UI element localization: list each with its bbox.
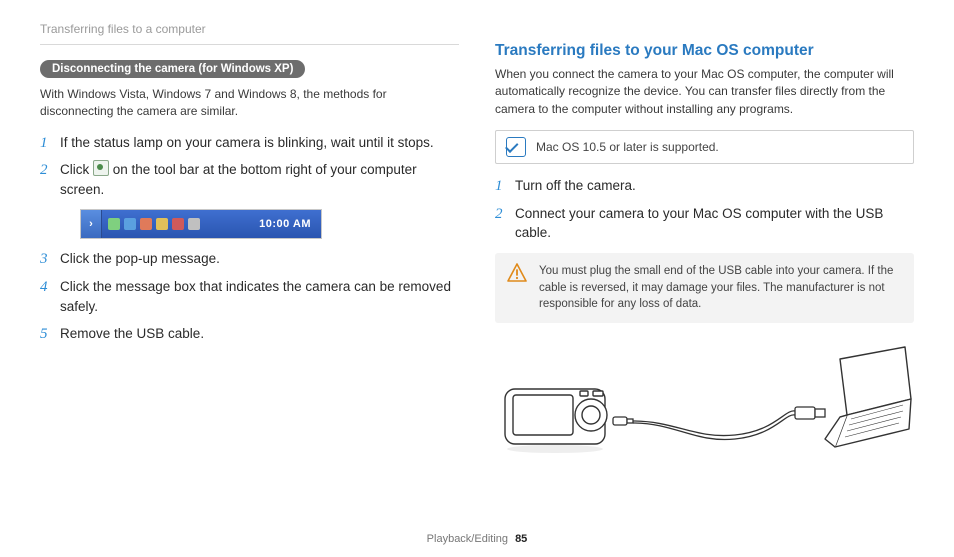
tray-icon	[140, 218, 152, 230]
step-1: Turn off the camera.	[495, 176, 914, 196]
warning-note: You must plug the small end of the USB c…	[495, 253, 914, 323]
warning-icon	[507, 263, 527, 313]
step-5: Remove the USB cable.	[40, 324, 459, 344]
taskbar-expand-icon: ›	[81, 210, 102, 238]
connection-diagram	[495, 339, 914, 464]
section-heading: Transferring files to your Mac OS comput…	[495, 42, 914, 60]
step-4: Click the message box that indicates the…	[40, 277, 459, 316]
page-footer: Playback/Editing 85	[0, 533, 954, 545]
taskbar-screenshot: › 10:00 AM	[80, 209, 322, 239]
right-column: Transferring files to your Mac OS comput…	[495, 22, 914, 464]
step-2: Click on the tool bar at the bottom righ…	[40, 160, 459, 239]
intro-text-right: When you connect the camera to your Mac …	[495, 66, 914, 118]
intro-text: With Windows Vista, Windows 7 and Window…	[40, 86, 459, 121]
camera-icon	[505, 389, 607, 453]
warning-text: You must plug the small end of the USB c…	[539, 263, 902, 313]
info-note: Mac OS 10.5 or later is supported.	[495, 130, 914, 164]
tray-icon	[172, 218, 184, 230]
step-1: If the status lamp on your camera is bli…	[40, 133, 459, 153]
steps-list-right: Turn off the camera. Connect your camera…	[495, 176, 914, 243]
step-2: Connect your camera to your Mac OS compu…	[495, 204, 914, 243]
footer-section: Playback/Editing	[427, 533, 508, 545]
note-text: Mac OS 10.5 or later is supported.	[536, 140, 719, 154]
tray-icon	[188, 218, 200, 230]
section-pill: Disconnecting the camera (for Windows XP…	[40, 60, 305, 78]
divider	[40, 44, 459, 45]
taskbar-tray-icons	[102, 218, 206, 230]
laptop-icon	[825, 347, 911, 447]
running-head: Transferring files to a computer	[40, 22, 459, 36]
tray-icon	[124, 218, 136, 230]
safely-remove-icon	[93, 160, 109, 176]
tray-icon	[156, 218, 168, 230]
note-icon	[506, 137, 526, 157]
taskbar-clock: 10:00 AM	[249, 217, 321, 233]
tray-icon	[108, 218, 120, 230]
left-column: Transferring files to a computer Disconn…	[40, 22, 459, 464]
step-3: Click the pop-up message.	[40, 249, 459, 269]
steps-list-left: If the status lamp on your camera is bli…	[40, 133, 459, 344]
page-number: 85	[515, 533, 527, 545]
